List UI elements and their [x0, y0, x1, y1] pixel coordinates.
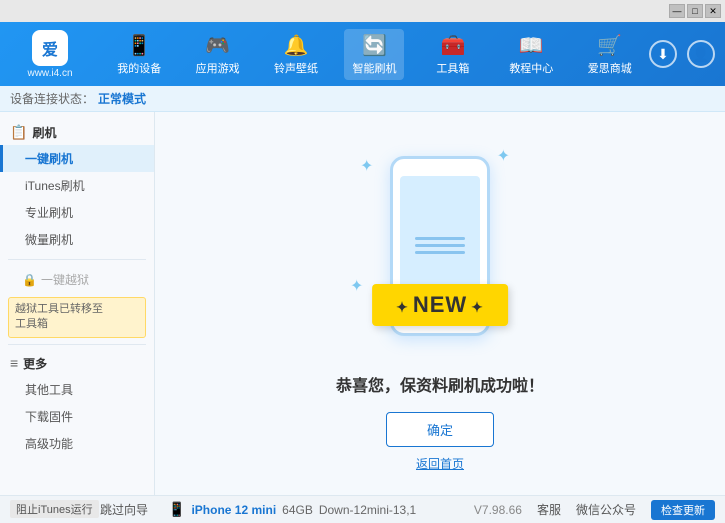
- goto-homepage-link[interactable]: 返回首页: [416, 455, 464, 472]
- my-device-label: 我的设备: [117, 60, 161, 76]
- new-badge: NEW: [372, 284, 508, 326]
- shop-label: 爱思商城: [588, 60, 632, 76]
- sidebar-item-one-click-flash[interactable]: 一键刷机: [0, 145, 154, 172]
- sidebar-item-itunes-flash[interactable]: iTunes刷机: [0, 172, 154, 199]
- download-button[interactable]: ⬇: [649, 40, 677, 68]
- sidebar-item-download-firmware[interactable]: 下载固件: [0, 403, 154, 430]
- apps-games-label: 应用游戏: [196, 60, 240, 76]
- nav-smart-flash[interactable]: 🔄 智能刷机: [344, 29, 404, 80]
- shop-icon: 🛒: [597, 33, 622, 58]
- success-illustration: ✦ ✦ ✦ NEW: [340, 136, 540, 356]
- nav-shop[interactable]: 🛒 爱思商城: [580, 29, 640, 80]
- toolbox-icon: 🧰: [440, 33, 465, 58]
- sidebar-item-jailbreak: 🔒 一键越狱: [0, 266, 154, 293]
- sidebar-item-pro-flash[interactable]: 专业刷机: [0, 199, 154, 226]
- logo-icon: 爱: [32, 30, 68, 66]
- status-bar: 设备连接状态： 正常模式: [0, 86, 725, 112]
- apps-games-icon: 🎮: [205, 33, 230, 58]
- sparkle-icon-1: ✦: [360, 156, 373, 176]
- device-phone-icon: 📱: [168, 501, 185, 518]
- itunes-status-bar: 阻止iTunes运行: [10, 495, 99, 523]
- wechat-public-link[interactable]: 微信公众号: [576, 501, 636, 518]
- maximize-button[interactable]: □: [687, 4, 703, 18]
- device-name: iPhone 12 mini: [191, 503, 276, 517]
- screen-line-1: [415, 237, 465, 240]
- more-section-label: 更多: [23, 355, 47, 372]
- flash-section-label: 刷机: [32, 124, 56, 141]
- status-label: 设备连接状态：: [10, 90, 94, 107]
- jailbreak-info-box: 越狱工具已转移至工具箱: [8, 297, 146, 338]
- sparkle-icon-3: ✦: [350, 276, 363, 296]
- logo: 爱 www.i4.cn: [10, 30, 90, 79]
- logo-text-inner: 爱: [42, 36, 58, 60]
- sidebar-item-advanced[interactable]: 高级功能: [0, 430, 154, 457]
- content-area: ✦ ✦ ✦ NEW 恭喜您，保资料刷机成功啦！ 确定 返回首页: [155, 112, 725, 495]
- header-right: ⬇ 👤: [649, 40, 715, 68]
- nav-items: 📱 我的设备 🎮 应用游戏 🔔 铃声壁纸 🔄 智能刷机 🧰 工具箱 📖 教程中心…: [100, 29, 649, 80]
- logo-subtitle: www.i4.cn: [27, 68, 72, 79]
- title-bar: — □ ✕: [0, 0, 725, 22]
- nav-toolbox[interactable]: 🧰 工具箱: [423, 29, 483, 80]
- itunes-status-button[interactable]: 阻止iTunes运行: [10, 500, 99, 518]
- smart-flash-label: 智能刷机: [352, 60, 396, 76]
- sparkle-icon-2: ✦: [497, 146, 510, 166]
- more-section-title: ≡ 更多: [0, 351, 154, 376]
- ringtone-label: 铃声壁纸: [274, 60, 318, 76]
- sidebar-divider-2: [8, 344, 146, 345]
- confirm-button[interactable]: 确定: [386, 412, 494, 447]
- check-update-button[interactable]: 检查更新: [651, 500, 715, 520]
- screen-line-2: [415, 244, 465, 247]
- skip-wizard-label: 跳过向导: [100, 501, 148, 518]
- status-value: 正常模式: [98, 90, 146, 107]
- toolbox-label: 工具箱: [436, 60, 469, 76]
- sidebar-item-other-tools[interactable]: 其他工具: [0, 376, 154, 403]
- bottom-bar: 自动跳选 跳过向导 📱 iPhone 12 mini 64GB Down-12m…: [0, 495, 725, 523]
- device-storage: 64GB: [282, 503, 313, 517]
- sidebar-divider-1: [8, 259, 146, 260]
- version-text: V7.98.66: [474, 503, 522, 517]
- flash-section-icon: 📋: [10, 124, 27, 141]
- device-info: 📱 iPhone 12 mini 64GB Down-12mini-13,1: [168, 501, 416, 518]
- nav-apps-games[interactable]: 🎮 应用游戏: [188, 29, 248, 80]
- main-layout: 📋 刷机 一键刷机 iTunes刷机 专业刷机 微量刷机 🔒 一键越狱 越狱工具…: [0, 112, 725, 495]
- tutorial-icon: 📖: [519, 33, 544, 58]
- screen-line-3: [415, 251, 465, 254]
- customer-service-link[interactable]: 客服: [537, 501, 561, 518]
- success-message: 恭喜您，保资料刷机成功啦！: [336, 372, 544, 396]
- ringtone-icon: 🔔: [284, 33, 309, 58]
- smart-flash-icon: 🔄: [362, 33, 387, 58]
- nav-ringtone-wallpaper[interactable]: 🔔 铃声壁纸: [266, 29, 326, 80]
- nav-my-device[interactable]: 📱 我的设备: [109, 29, 169, 80]
- nav-tutorial[interactable]: 📖 教程中心: [501, 29, 561, 80]
- sidebar: 📋 刷机 一键刷机 iTunes刷机 专业刷机 微量刷机 🔒 一键越狱 越狱工具…: [0, 112, 155, 495]
- title-bar-buttons[interactable]: — □ ✕: [669, 4, 721, 18]
- header: 爱 www.i4.cn 📱 我的设备 🎮 应用游戏 🔔 铃声壁纸 🔄 智能刷机 …: [0, 22, 725, 86]
- lock-icon: 🔒: [22, 273, 37, 287]
- my-device-icon: 📱: [127, 33, 152, 58]
- flash-section-title: 📋 刷机: [0, 120, 154, 145]
- minimize-button[interactable]: —: [669, 4, 685, 18]
- tutorial-label: 教程中心: [509, 60, 553, 76]
- user-button[interactable]: 👤: [687, 40, 715, 68]
- device-model: Down-12mini-13,1: [319, 503, 416, 517]
- more-section-icon: ≡: [10, 355, 18, 371]
- close-button[interactable]: ✕: [705, 4, 721, 18]
- bottom-right: V7.98.66 客服 微信公众号 检查更新: [474, 500, 715, 520]
- sidebar-item-wipe-flash[interactable]: 微量刷机: [0, 226, 154, 253]
